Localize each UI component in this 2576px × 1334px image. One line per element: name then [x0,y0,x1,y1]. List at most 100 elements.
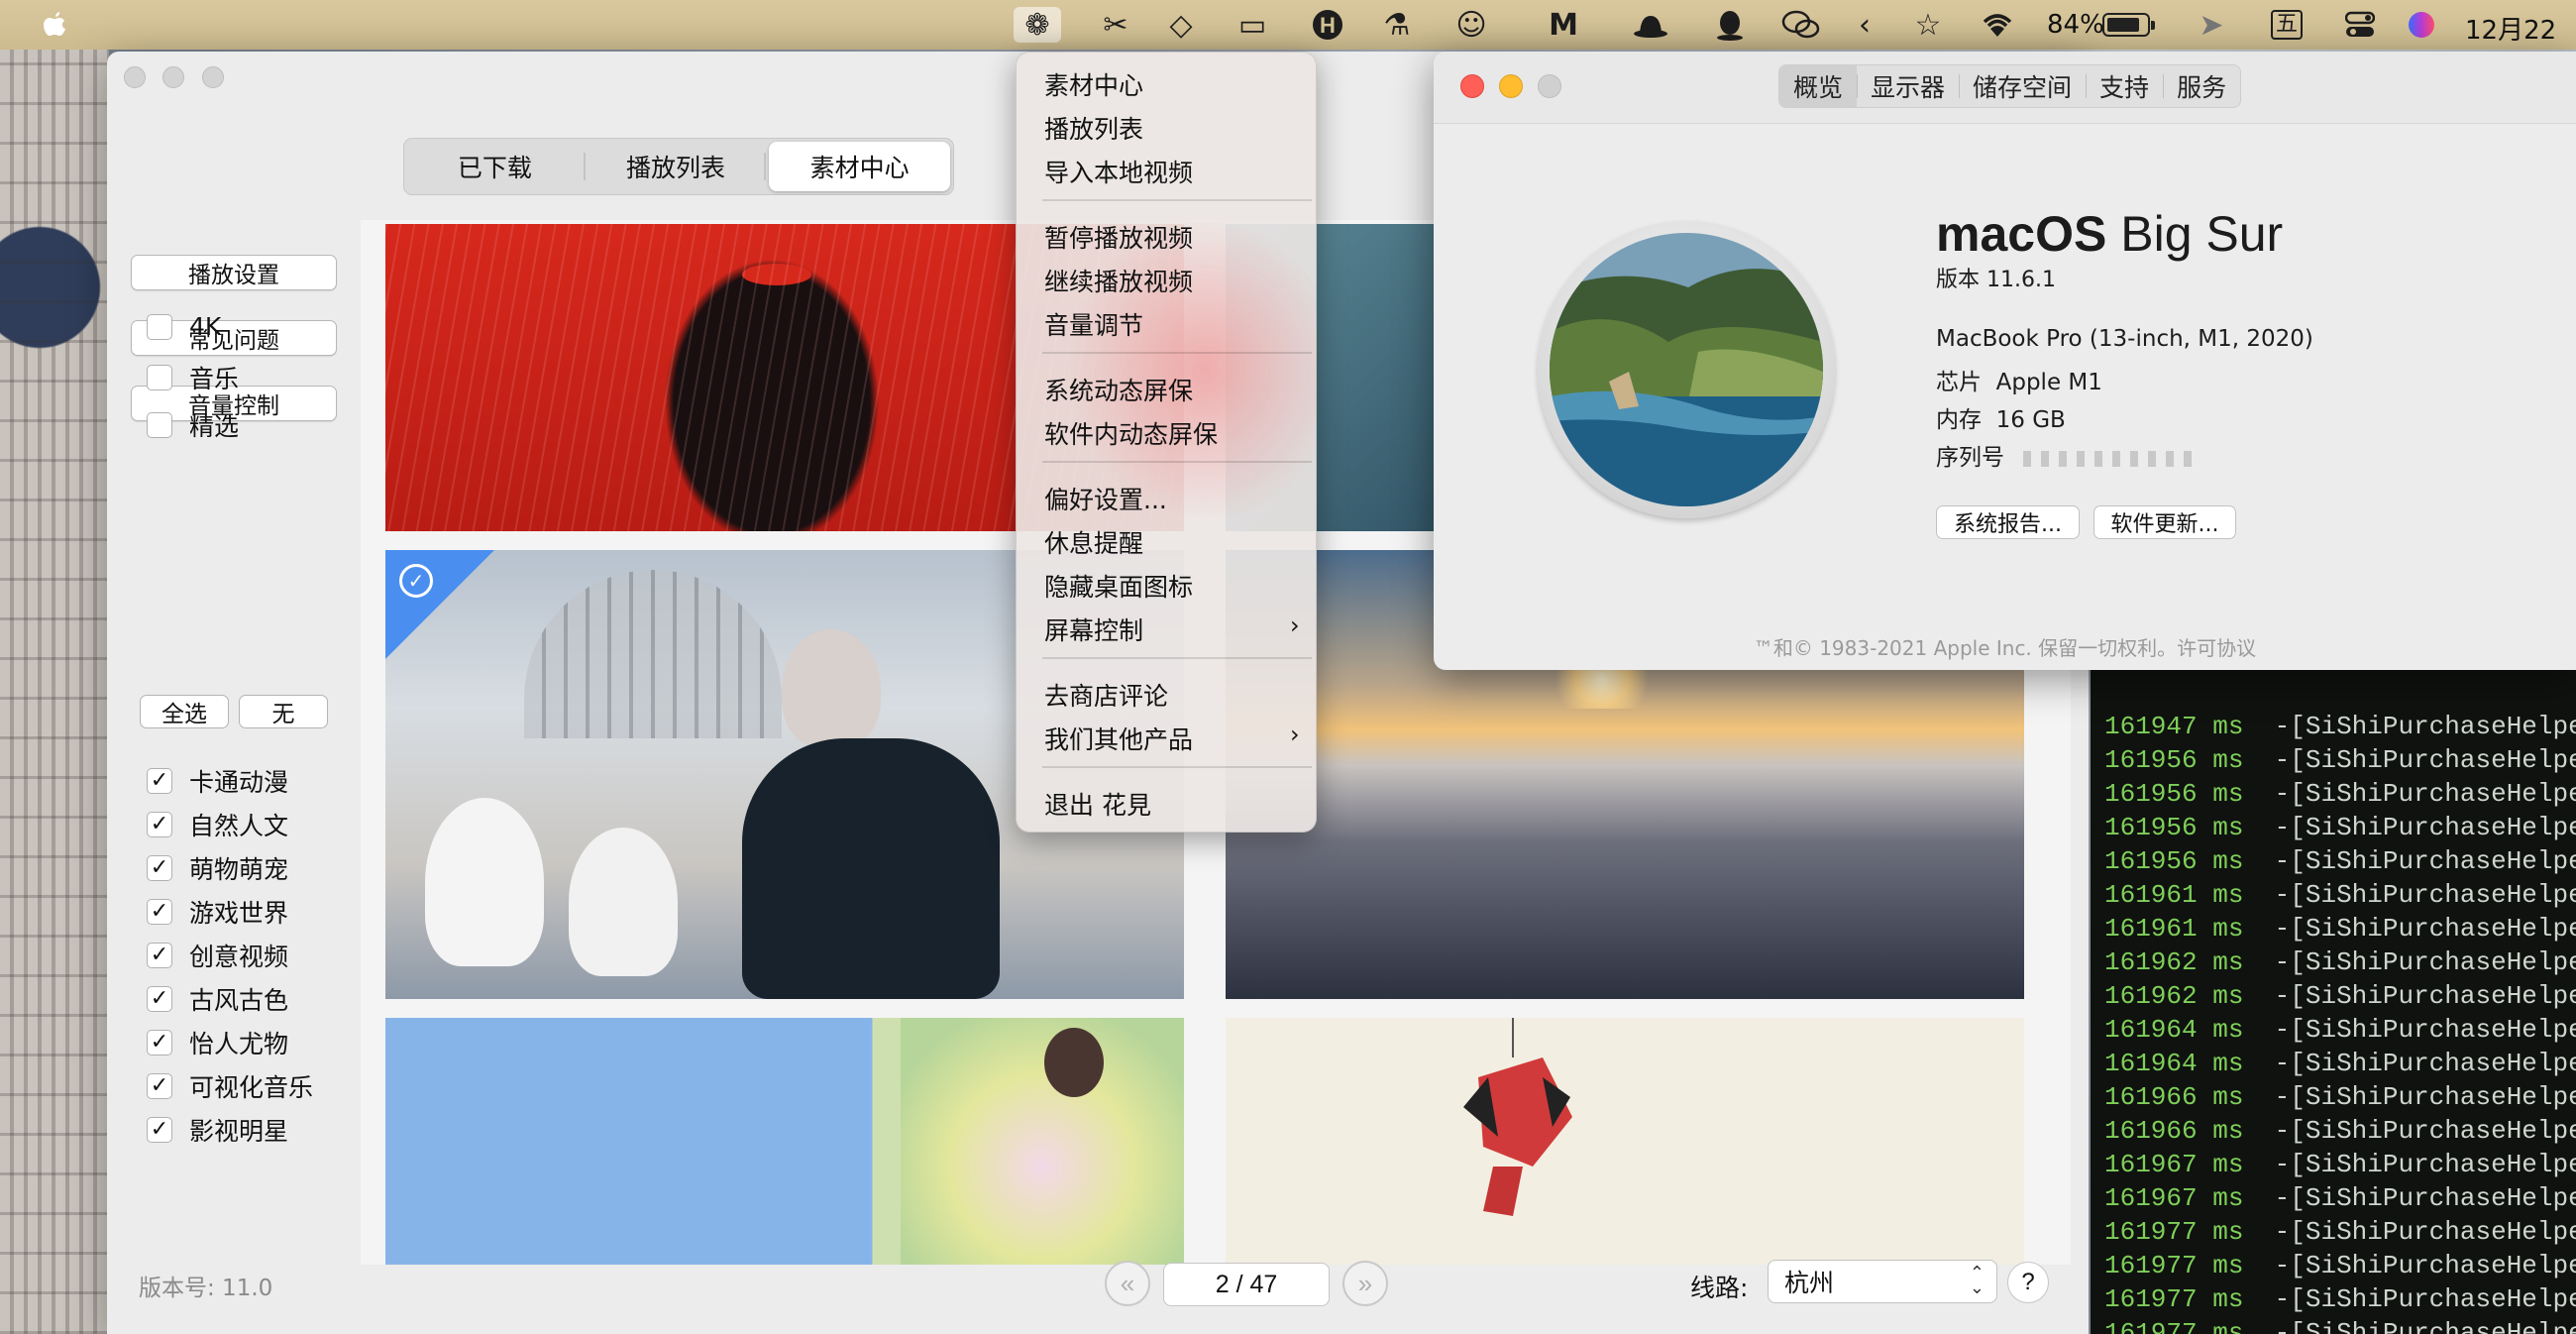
quality-checkbox[interactable]: 精选 [147,407,239,443]
category-checkbox[interactable]: ✓ 游戏世界 [147,894,288,930]
tab-material-center[interactable]: 素材中心 [769,142,951,191]
copyright-text[interactable]: ™和© 1983-2021 Apple Inc. 保留一切权利。许可协议 [1434,632,2576,661]
checkbox-label: 影视明星 [189,1117,289,1146]
menu-item[interactable]: 系统动态屏保 [1044,372,1193,407]
menu-item[interactable]: 暂停播放视频 [1044,219,1193,255]
checkbox-box[interactable]: ✓ [147,1073,172,1099]
minimize-button[interactable] [162,66,184,88]
terminal-timestamp: 161966 ms [2104,1116,2244,1146]
control-center-icon[interactable] [2340,7,2380,43]
star-icon[interactable]: ☆ [1908,7,1948,43]
menubar-clock[interactable]: 12月22 [2465,10,2556,47]
thumbnail-floral-dress[interactable] [385,1018,1184,1265]
m-logo-icon[interactable]: M [1534,7,1593,43]
input-method-label: 五 [2270,10,2303,40]
battery-icon[interactable] [2102,13,2155,37]
menu-item[interactable]: 屏幕控制 › [1044,611,1300,647]
display-icon[interactable]: ▭ [1233,7,1272,43]
smiley-icon[interactable]: ☺ [1451,7,1491,43]
about-tab[interactable]: 支持 [2086,65,2163,107]
checkbox-box[interactable]: ✓ [147,812,172,837]
category-checkbox[interactable]: ✓ 卡通动漫 [147,763,288,799]
checkbox-box[interactable]: ✓ [147,943,172,968]
checkbox-label: 创意视频 [189,943,289,971]
page-indicator[interactable]: 2 / 47 [1163,1263,1330,1306]
help-button[interactable]: ? [2007,1262,2049,1303]
wifi-icon[interactable] [1978,7,2017,43]
terminal-line: 161962 ms -[SiShiPurchaseHelper i [2104,979,2576,1013]
checkbox-box[interactable]: ✓ [147,855,172,881]
scissors-icon[interactable]: ✂ [1096,7,1135,43]
menu-item[interactable]: 播放列表 [1044,110,1143,146]
category-checkbox[interactable]: ✓ 萌物萌宠 [147,850,288,886]
next-page-button[interactable]: » [1342,1261,1388,1306]
terminal-line: 161977 ms -[SiShiPurchaseHelper i [2104,1316,2576,1334]
menu-item[interactable]: 我们其他产品 › [1044,721,1300,756]
terminal-line: 161967 ms -[SiShiPurchaseHelper i [2104,1181,2576,1215]
input-method-icon[interactable]: 五 [2269,7,2305,43]
menu-item[interactable]: 素材中心 [1044,66,1143,102]
chevron-right-icon: › [1290,611,1300,639]
about-close-button[interactable] [1460,74,1484,98]
select-all-button[interactable]: 全选 [140,695,229,728]
tab-playlist[interactable]: 播放列表 [586,139,767,194]
previous-page-button[interactable]: « [1105,1261,1150,1306]
checkbox-box[interactable] [147,365,172,390]
wechat-icon[interactable] [1779,7,1823,43]
tab-downloaded[interactable]: 已下载 [404,139,586,194]
hat-icon[interactable] [1631,7,1670,43]
updown-chevron-icon: ⌃ ⌄ [1969,1263,1985,1298]
about-minimize-button[interactable] [1499,74,1523,98]
menu-item[interactable]: 隐藏桌面图标 [1044,568,1193,604]
category-checkbox[interactable]: ✓ 古风古色 [147,981,288,1017]
menu-item[interactable]: 音量调节 [1044,306,1143,342]
menu-item[interactable]: 休息提醒 [1044,524,1143,560]
about-tab-bar: 概览 显示器 储存空间 支持 服务 [1778,64,2242,108]
checkbox-box[interactable]: ✓ [147,899,172,925]
app-flower-icon[interactable]: ❁ [1014,7,1061,43]
zoom-button[interactable] [202,66,224,88]
about-tab[interactable]: 储存空间 [1959,65,2086,107]
category-checkbox[interactable]: ✓ 可视化音乐 [147,1068,313,1104]
flask-icon[interactable]: ⚗ [1377,7,1417,43]
send-icon[interactable]: ➤ [2192,7,2231,43]
category-checkbox[interactable]: ✓ 创意视频 [147,938,288,973]
select-none-button[interactable]: 无 [239,695,328,728]
quality-checkbox[interactable]: 4K [147,312,221,341]
about-tab[interactable]: 服务 [2163,65,2240,107]
diamond-icon[interactable]: ◇ [1161,7,1201,43]
checkbox-box[interactable]: ✓ [147,1030,172,1056]
apple-logo[interactable] [38,8,71,42]
checkbox-box[interactable] [147,412,172,438]
playback-settings-button[interactable]: 播放设置 [131,255,337,290]
about-tab[interactable]: 概览 [1779,65,1858,107]
menu-item[interactable]: 退出 花見 [1044,786,1151,822]
terminal-timestamp: 161977 ms [2104,1217,2244,1247]
h-icon[interactable]: H [1308,7,1347,43]
qq-icon[interactable] [1710,7,1750,43]
checkbox-box[interactable]: ✓ [147,986,172,1012]
checkbox-box[interactable] [147,313,172,340]
menu-item[interactable]: 导入本地视频 [1044,154,1193,189]
thumbnail-spiderman[interactable] [1226,1018,2024,1265]
terminal-message: -[SiShiPurchaseHelper i [2274,1251,2576,1280]
category-checkbox[interactable]: ✓ 自然人文 [147,807,288,842]
menu-item[interactable]: 去商店评论 [1044,677,1168,713]
route-select[interactable]: 杭州 ⌃ ⌄ [1768,1260,1997,1303]
checkbox-box[interactable]: ✓ [147,768,172,794]
about-tab[interactable]: 显示器 [1857,65,1959,107]
menu-item[interactable]: 软件内动态屏保 [1044,415,1218,451]
quality-checkbox[interactable]: 音乐 [147,360,239,395]
menu-item[interactable]: 继续播放视频 [1044,263,1193,298]
chevron-left-icon[interactable]: ‹ [1853,7,1877,43]
software-update-button[interactable]: 软件更新... [2093,505,2236,539]
siri-icon[interactable] [2402,7,2441,43]
system-report-button[interactable]: 系统报告... [1936,505,2080,539]
category-checkbox[interactable]: ✓ 影视明星 [147,1112,288,1148]
checkbox-box[interactable]: ✓ [147,1117,172,1143]
swan-right-shape [569,828,678,976]
category-checkbox[interactable]: ✓ 怡人尤物 [147,1025,288,1060]
menu-item[interactable]: 偏好设置... [1044,481,1167,516]
about-zoom-button[interactable] [1538,74,1561,98]
close-button[interactable] [124,66,146,88]
